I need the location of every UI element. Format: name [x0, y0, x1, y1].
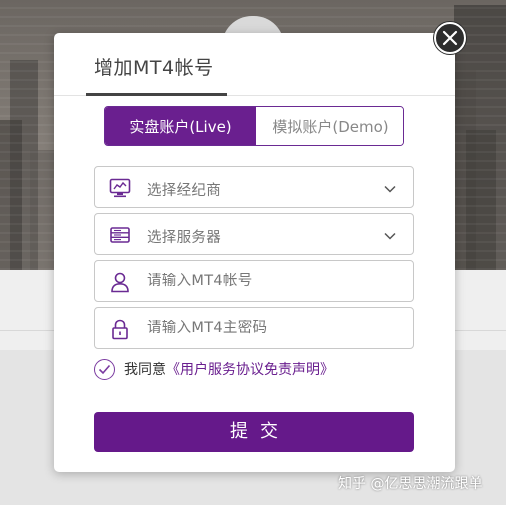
mt4-account-field[interactable]	[94, 260, 414, 302]
agreement-checkbox[interactable]	[94, 358, 115, 380]
agreement-prefix: 我同意	[124, 362, 166, 378]
tab-demo-account[interactable]: 模拟账户(Demo)	[256, 107, 403, 145]
chevron-down-icon	[383, 181, 397, 200]
account-type-switch: 实盘账户(Live) 模拟账户(Demo)	[104, 106, 404, 146]
server-select[interactable]: 选择服务器	[94, 213, 414, 255]
tab-live-account[interactable]: 实盘账户(Live)	[105, 107, 256, 145]
checkmark-icon	[98, 364, 111, 374]
server-select-label: 选择服务器	[147, 230, 221, 246]
add-mt4-account-dialog: 增加MT4帐号 实盘账户(Live) 模拟账户(Demo) 选择经纪商 选择服务…	[54, 33, 455, 472]
lock-icon	[109, 318, 131, 340]
broker-select-label: 选择经纪商	[147, 183, 221, 199]
server-icon	[109, 224, 131, 246]
mt4-account-input[interactable]	[147, 273, 397, 289]
close-icon	[442, 30, 458, 46]
user-icon	[109, 271, 131, 293]
agreement-row: 我同意 《用户服务协议免责声明》	[94, 358, 334, 380]
watermark: 知乎 @亿思思潮流跟单	[338, 476, 483, 492]
close-button[interactable]	[434, 22, 466, 54]
mt4-password-field[interactable]	[94, 307, 414, 349]
dialog-title: 增加MT4帐号	[94, 57, 214, 79]
title-underline	[86, 93, 227, 96]
dialog-header: 增加MT4帐号	[54, 33, 455, 96]
broker-select[interactable]: 选择经纪商	[94, 166, 414, 208]
submit-button[interactable]: 提交	[94, 412, 414, 452]
agreement-terms-link[interactable]: 《用户服务协议免责声明》	[166, 359, 334, 379]
mt4-password-input[interactable]	[147, 320, 397, 336]
broker-monitor-icon	[109, 177, 131, 199]
chevron-down-icon	[383, 228, 397, 247]
